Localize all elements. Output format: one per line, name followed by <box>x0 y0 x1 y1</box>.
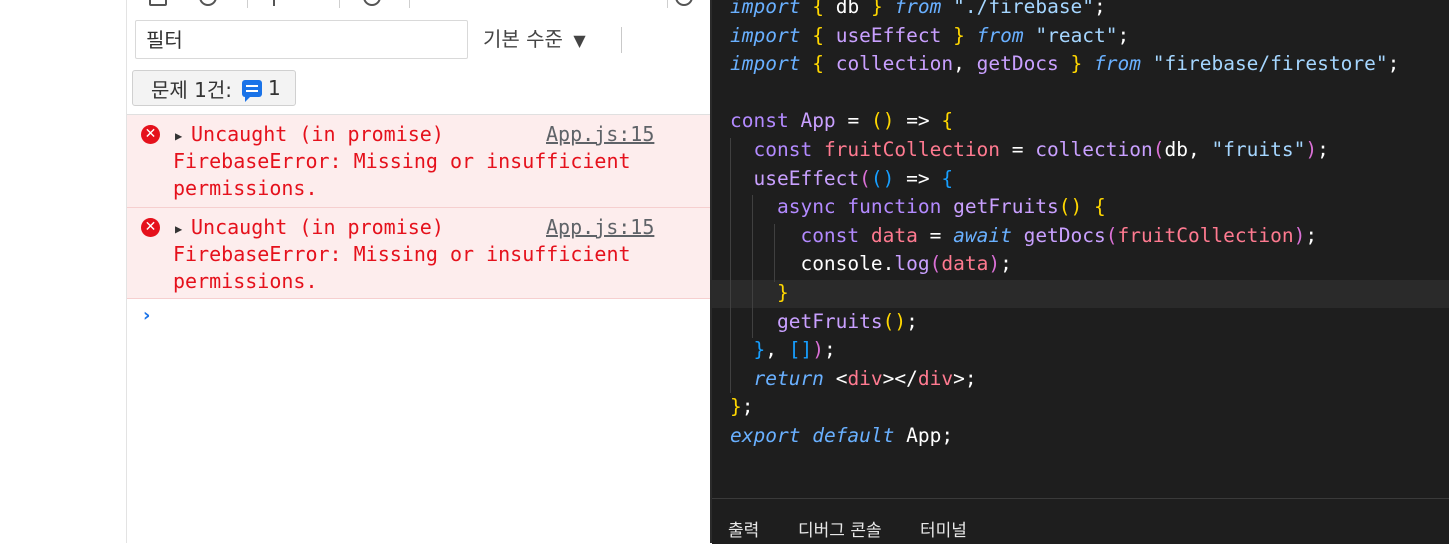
toolbar-divider <box>339 0 340 8</box>
bottom-panel-tabs: 출력 디버그 콘솔 터미널 <box>712 498 1449 544</box>
code-line[interactable]: async function getFruits() { <box>730 193 1399 222</box>
code-line[interactable]: const data = await getDocs(fruitCollecti… <box>730 222 1399 251</box>
code-line[interactable]: } <box>730 279 1399 308</box>
page-left-margin <box>0 0 127 543</box>
tab-debug-console[interactable]: 디버그 콘솔 <box>798 516 882 541</box>
code-line[interactable]: }, []); <box>730 336 1399 365</box>
error-headline: Uncaught (in promise) <box>191 215 444 239</box>
live-expression-icon[interactable] <box>363 0 381 6</box>
error-icon: ✕ <box>141 125 160 144</box>
code-line[interactable]: import { collection, getDocs } from "fir… <box>730 50 1399 79</box>
log-levels-dropdown[interactable]: 기본 수준 ▼ <box>483 24 586 54</box>
console-filter-input[interactable] <box>135 20 468 59</box>
clear-console-icon[interactable] <box>199 0 217 6</box>
console-error-message[interactable]: ✕ ▶ Uncaught (in promise) App.js:15 Fire… <box>127 115 710 208</box>
expand-triangle-icon[interactable]: ▶ <box>175 216 182 243</box>
code-line[interactable]: const fruitCollection = collection(db, "… <box>730 136 1399 165</box>
code-line[interactable]: import { useEffect } from "react"; <box>730 22 1399 51</box>
issues-label: 문제 1건: <box>151 77 233 102</box>
code-line[interactable]: getFruits(); <box>730 308 1399 337</box>
error-body: FirebaseError: Missing or insufficient p… <box>173 149 631 200</box>
settings-gear-icon[interactable] <box>675 0 693 6</box>
console-error-message[interactable]: ✕ ▶ Uncaught (in promise) App.js:15 Fire… <box>127 208 710 299</box>
error-source-link[interactable]: App.js:15 <box>546 214 654 241</box>
code-editor[interactable]: import { db } from "./firebase"; import {… <box>710 0 1449 544</box>
code-line[interactable] <box>730 79 1399 108</box>
toolbar-divider <box>621 27 622 53</box>
issue-message-icon <box>242 79 263 102</box>
error-icon: ✕ <box>141 218 160 237</box>
code-line[interactable]: return <div></div>; <box>730 365 1399 394</box>
toolbar-divider <box>667 0 668 8</box>
devtools-console-panel: 기본 수준 ▼ 문제 1건: 1 ✕ ▶ Uncaught (in promis… <box>127 0 710 543</box>
console-prompt-chevron-icon[interactable]: › <box>143 305 150 326</box>
expand-triangle-icon[interactable]: ▶ <box>175 123 182 150</box>
code-line[interactable]: export default App; <box>730 422 1399 451</box>
toolbar-divider <box>409 0 410 8</box>
issues-counter-button[interactable]: 문제 1건: 1 <box>132 70 296 106</box>
code-line[interactable]: const App = () => { <box>730 107 1399 136</box>
code-line[interactable]: import { db } from "./firebase"; <box>730 0 1399 22</box>
dropdown-arrow-icon: ▼ <box>573 31 586 50</box>
toolbar-divider <box>247 0 248 8</box>
code-line[interactable]: }; <box>730 393 1399 422</box>
issues-count: 1 <box>268 76 281 100</box>
code-content[interactable]: import { db } from "./firebase"; import {… <box>730 0 1399 451</box>
tab-output[interactable]: 출력 <box>728 516 759 541</box>
error-headline: Uncaught (in promise) <box>191 122 444 146</box>
console-top-toolbar <box>127 0 710 12</box>
context-selector-icon[interactable] <box>273 0 277 6</box>
error-source-link[interactable]: App.js:15 <box>546 121 654 148</box>
tab-terminal[interactable]: 터미널 <box>920 516 967 541</box>
error-body: FirebaseError: Missing or insufficient p… <box>173 242 631 293</box>
code-line[interactable]: console.log(data); <box>730 250 1399 279</box>
sidebar-toggle-icon[interactable] <box>149 0 167 6</box>
log-levels-label: 기본 수준 <box>483 27 563 51</box>
code-line[interactable]: useEffect(() => { <box>730 165 1399 194</box>
